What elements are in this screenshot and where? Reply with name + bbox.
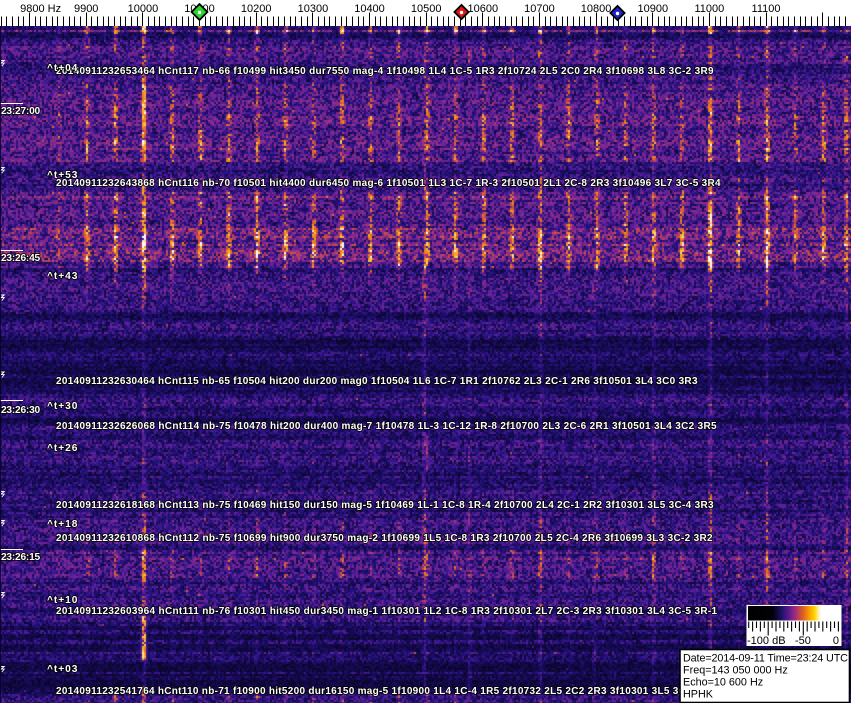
svg-text:^t+18: ^t+18 [47,519,78,530]
svg-text:20140911232541764 hCnt110 nb-7: 20140911232541764 hCnt110 nb-71 f10900 h… [56,686,718,697]
svg-text:10200: 10200 [241,3,272,15]
svg-text:20140911232610868 hCnt112 nb-7: 20140911232610868 hCnt112 nb-75 f10699 h… [56,533,713,544]
svg-text:Echo=10 600 Hz: Echo=10 600 Hz [683,677,763,689]
svg-text:20140911232603964 hCnt111 nb-7: 20140911232603964 hCnt111 nb-76 f10301 h… [56,606,718,617]
svg-text:^t+03: ^t+03 [47,664,78,675]
svg-text:-50: -50 [795,635,811,647]
svg-text:23:26:15: 23:26:15 [1,552,41,563]
svg-text:20140911232653464 hCnt117 nb-6: 20140911232653464 hCnt117 nb-66 f10499 h… [56,66,714,77]
svg-text:^t+04: ^t+04 [47,63,78,74]
svg-text:^t+26: ^t+26 [47,443,78,454]
svg-text:20140911232643868 hCnt116 nb-7: 20140911232643868 hCnt116 nb-70 f10501 h… [56,178,721,189]
svg-text:20140911232626068 hCnt114 nb-7: 20140911232626068 hCnt114 nb-75 f10478 h… [56,421,717,432]
svg-text:Date=2014-09-11 Time=23:24 UTC: Date=2014-09-11 Time=23:24 UTC [683,653,848,665]
svg-text:11000: 11000 [695,3,725,15]
svg-text:HPHK: HPHK [683,689,714,701]
svg-text:^t+43: ^t+43 [47,271,78,282]
svg-text:23:27:00: 23:27:00 [1,106,41,117]
svg-text:10600: 10600 [468,3,499,15]
svg-text:-100 dB: -100 dB [747,635,786,647]
svg-text:9900: 9900 [74,3,98,15]
svg-text:10700: 10700 [524,3,555,15]
svg-text:^t+53: ^t+53 [47,170,78,181]
svg-text:11100: 11100 [752,3,781,15]
svg-text:20140911232618168 hCnt113 nb-7: 20140911232618168 hCnt113 nb-75 f10469 h… [56,500,714,511]
svg-text:10000: 10000 [128,3,159,15]
svg-text:10800: 10800 [581,3,612,15]
svg-text:10900: 10900 [638,3,669,15]
svg-text:10500: 10500 [411,3,442,15]
svg-text:23:26:30: 23:26:30 [1,405,41,416]
svg-text:^t+30: ^t+30 [47,401,78,412]
svg-text:9800 Hz: 9800 Hz [20,3,61,15]
svg-text:23:26:45: 23:26:45 [1,253,41,264]
svg-text:10400: 10400 [354,3,385,15]
svg-text:^t+10: ^t+10 [47,595,78,606]
svg-text:10300: 10300 [298,3,329,15]
svg-text:0: 0 [833,635,839,647]
svg-text:Freq=143 050 000 Hz: Freq=143 050 000 Hz [683,665,788,677]
svg-text:20140911232630464 hCnt115 nb-6: 20140911232630464 hCnt115 nb-65 f10504 h… [56,376,698,387]
